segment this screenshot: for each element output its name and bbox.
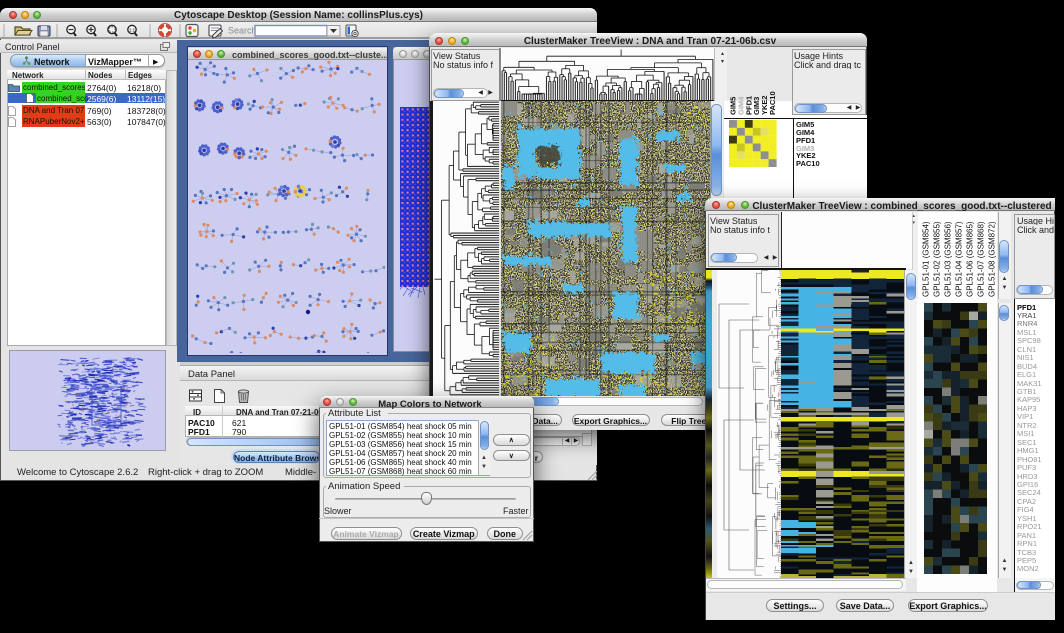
svg-text:GPL51-07 (GSM868): GPL51-07 (GSM868) (977, 221, 986, 297)
svg-text:GPL51-02 (GSM855): GPL51-02 (GSM855) (933, 221, 942, 297)
svg-text:GPL51-08 (GSM872): GPL51-08 (GSM872) (988, 221, 997, 297)
svg-text:GPL51-04 (GSM857): GPL51-04 (GSM857) (955, 221, 964, 297)
svg-text:GPL51-01 (GSM854): GPL51-01 (GSM854) (922, 221, 931, 297)
svg-text:GPL51-06 (GSM865): GPL51-06 (GSM865) (966, 221, 975, 297)
svg-text:GPL51-03 (GSM856): GPL51-03 (GSM856) (944, 221, 953, 297)
svg-text:1:1: 1:1 (129, 28, 136, 33)
svg-text:PAC10: PAC10 (768, 91, 776, 115)
